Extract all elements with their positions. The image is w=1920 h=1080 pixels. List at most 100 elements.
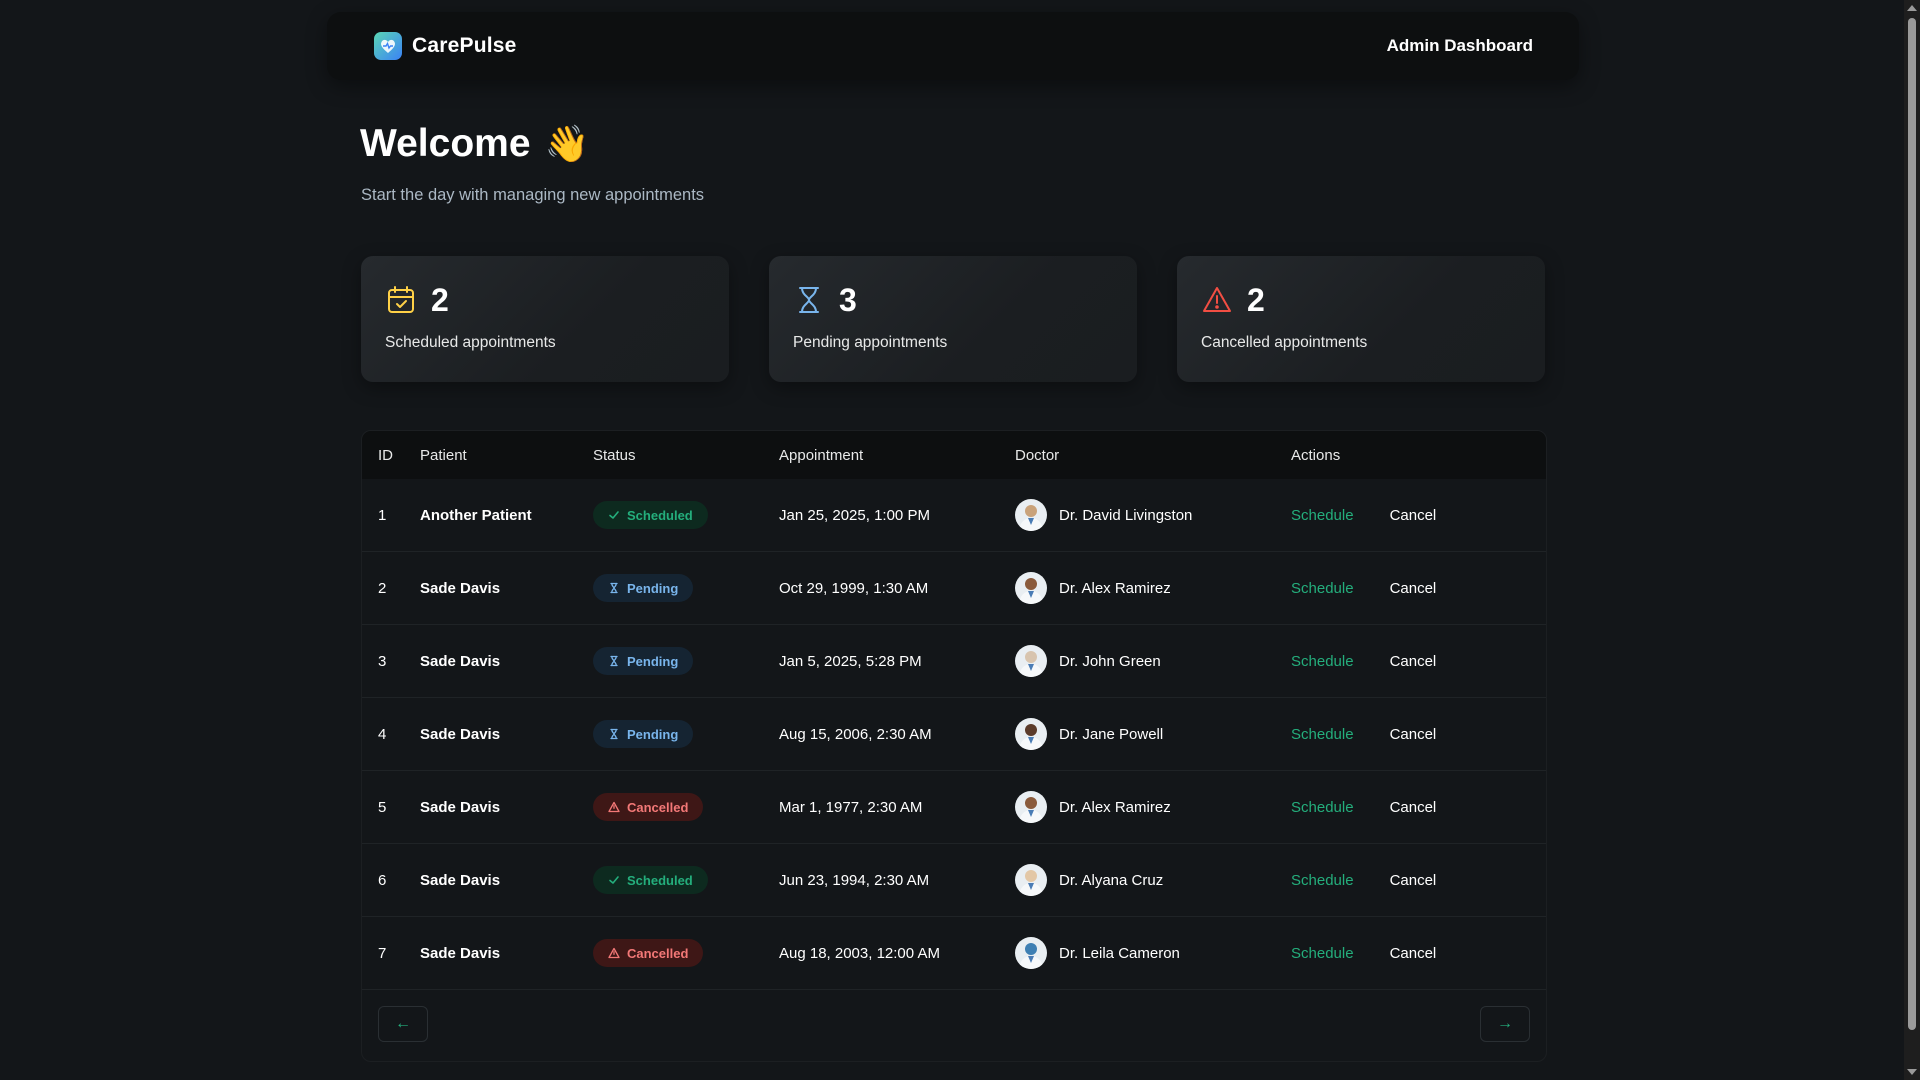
- cell-actions: Schedule Cancel: [1291, 945, 1436, 962]
- doctor-name: Dr. David Livingston: [1059, 506, 1193, 524]
- status-badge-label: Cancelled: [627, 945, 689, 961]
- status-badge: Pending: [593, 647, 694, 675]
- cell-appointment: Aug 18, 2003, 12:00 AM: [779, 944, 940, 962]
- table-row: 4 Sade Davis Pending Aug 15, 2006, 2:30 AM D…: [362, 698, 1546, 771]
- schedule-button[interactable]: Schedule: [1291, 507, 1354, 524]
- status-badge: Pending: [593, 574, 694, 602]
- cell-doctor: Dr. David Livingston: [1015, 499, 1291, 531]
- schedule-button[interactable]: Schedule: [1291, 945, 1354, 962]
- status-badge-label: Cancelled: [627, 799, 689, 815]
- status-badge: Pending: [593, 720, 694, 748]
- doctor-avatar: [1015, 864, 1047, 896]
- check-icon: [609, 876, 619, 884]
- hourglass-icon: [610, 728, 618, 740]
- next-page-button[interactable]: →: [1480, 1006, 1530, 1042]
- cell-appointment: Jan 25, 2025, 1:00 PM: [779, 506, 930, 524]
- brand[interactable]: CarePulse: [374, 32, 517, 60]
- cell-appointment: Jun 23, 1994, 2:30 AM: [779, 871, 930, 889]
- cell-patient: Sade Davis: [420, 579, 501, 597]
- waving-hand-icon: 👋: [544, 123, 590, 164]
- cell-id: 5: [378, 798, 387, 816]
- doctor-avatar: [1015, 791, 1047, 823]
- admin-dashboard-label: Admin Dashboard: [1386, 36, 1533, 55]
- cell-actions: Schedule Cancel: [1291, 872, 1436, 889]
- status-badge: Cancelled: [593, 793, 704, 821]
- brand-name: CarePulse: [412, 34, 517, 57]
- column-header-appointment: Appointment: [779, 446, 864, 464]
- page-scrollbar[interactable]: [1904, 0, 1920, 1080]
- page-title: Welcome 👋: [360, 122, 589, 166]
- previous-page-button[interactable]: ←: [378, 1006, 428, 1042]
- doctor-name: Dr. Alex Ramirez: [1059, 798, 1171, 816]
- doctor-avatar: [1015, 937, 1047, 969]
- doctor-avatar: [1015, 645, 1047, 677]
- table-row: 7 Sade Davis Cancelled Aug 18, 2003, 12:00 …: [362, 917, 1546, 990]
- appointments-table: ID Patient Status Appointment Doctor Act…: [361, 430, 1547, 1062]
- cell-id: 3: [378, 652, 387, 670]
- schedule-button[interactable]: Schedule: [1291, 872, 1354, 889]
- cell-status: Cancelled: [593, 793, 779, 821]
- schedule-button[interactable]: Schedule: [1291, 799, 1354, 816]
- scroll-down-arrow-icon[interactable]: [1907, 1069, 1917, 1075]
- schedule-button[interactable]: Schedule: [1291, 580, 1354, 597]
- pending-count: 3: [839, 281, 857, 318]
- cancel-button[interactable]: Cancel: [1390, 945, 1437, 962]
- cancel-button[interactable]: Cancel: [1390, 507, 1437, 524]
- status-badge-label: Pending: [627, 653, 679, 669]
- table-row: 6 Sade Davis Scheduled Jun 23, 1994, 2:30 A…: [362, 844, 1546, 917]
- cell-doctor: Dr. Alex Ramirez: [1015, 791, 1291, 823]
- table-header: ID Patient Status Appointment Doctor Act…: [362, 431, 1546, 479]
- page-subtitle: Start the day with managing new appointm…: [361, 186, 705, 204]
- status-badge: Scheduled: [593, 501, 708, 529]
- cell-patient: Sade Davis: [420, 798, 501, 816]
- cell-patient: Sade Davis: [420, 871, 501, 889]
- cell-status: Pending: [593, 574, 779, 602]
- cancel-button[interactable]: Cancel: [1390, 872, 1437, 889]
- cell-appointment: Jan 5, 2025, 5:28 PM: [779, 652, 922, 670]
- schedule-button[interactable]: Schedule: [1291, 653, 1354, 670]
- alert-triangle-icon: [608, 801, 620, 813]
- cell-appointment: Mar 1, 1977, 2:30 AM: [779, 798, 923, 816]
- cell-appointment: Aug 15, 2006, 2:30 AM: [779, 725, 932, 743]
- doctor-avatar: [1015, 718, 1047, 750]
- stat-card-cancelled: 2 Cancelled appointments: [1177, 256, 1545, 382]
- table-row: 3 Sade Davis Pending Jan 5, 2025, 5:28 PM Dr…: [362, 625, 1546, 698]
- scroll-up-arrow-icon[interactable]: [1907, 5, 1917, 11]
- cancel-button[interactable]: Cancel: [1390, 726, 1437, 743]
- column-header-patient: Patient: [420, 446, 467, 464]
- pending-label: Pending appointments: [793, 334, 948, 351]
- column-header-id: ID: [378, 446, 393, 464]
- doctor-avatar: [1015, 572, 1047, 604]
- scheduled-label: Scheduled appointments: [385, 334, 556, 351]
- cancel-button[interactable]: Cancel: [1390, 653, 1437, 670]
- cell-status: Cancelled: [593, 939, 779, 967]
- cell-actions: Schedule Cancel: [1291, 507, 1436, 524]
- status-badge: Cancelled: [593, 939, 704, 967]
- schedule-button[interactable]: Schedule: [1291, 726, 1354, 743]
- doctor-avatar: [1015, 499, 1047, 531]
- doctor-name: Dr. Jane Powell: [1059, 725, 1164, 743]
- cell-patient: Sade Davis: [420, 652, 501, 670]
- cell-patient: Another Patient: [420, 506, 532, 524]
- alert-triangle-icon: [1203, 287, 1231, 312]
- cell-status: Pending: [593, 647, 779, 675]
- hourglass-icon: [799, 287, 819, 313]
- column-header-actions: Actions: [1291, 446, 1341, 464]
- stat-card-pending: 3 Pending appointments: [769, 256, 1137, 382]
- cell-id: 2: [378, 579, 387, 597]
- pagination: ← →: [362, 990, 1546, 1058]
- cell-appointment: Oct 29, 1999, 1:30 AM: [779, 579, 929, 597]
- table-row: 5 Sade Davis Cancelled Mar 1, 1977, 2:30 AM…: [362, 771, 1546, 844]
- cell-doctor: Dr. Alex Ramirez: [1015, 572, 1291, 604]
- cell-status: Scheduled: [593, 866, 779, 894]
- stat-card-scheduled: 2 Scheduled appointments: [361, 256, 729, 382]
- hourglass-icon: [610, 655, 618, 667]
- doctor-name: Dr. Alex Ramirez: [1059, 579, 1171, 597]
- status-badge-label: Pending: [627, 580, 679, 596]
- cancelled-count: 2: [1247, 281, 1265, 318]
- doctor-name: Dr. Leila Cameron: [1059, 944, 1180, 962]
- scrollbar-thumb[interactable]: [1908, 18, 1916, 1030]
- cancel-button[interactable]: Cancel: [1390, 799, 1437, 816]
- cell-id: 1: [378, 506, 387, 524]
- cancel-button[interactable]: Cancel: [1390, 580, 1437, 597]
